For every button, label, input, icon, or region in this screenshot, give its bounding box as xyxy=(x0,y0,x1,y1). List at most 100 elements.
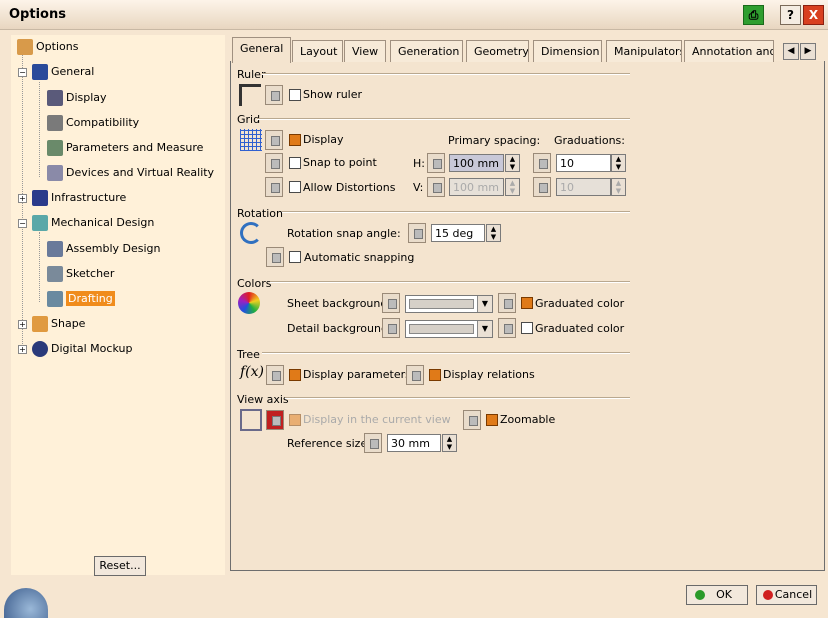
tree-section-title: Tree xyxy=(237,348,260,361)
detail-graduated-color-checkbox[interactable] xyxy=(521,322,533,334)
ok-icon xyxy=(695,590,705,600)
tab-layout[interactable]: Layout xyxy=(292,40,343,62)
display-in-current-view-checkbox[interactable] xyxy=(289,414,301,426)
tab-generation[interactable]: Generation xyxy=(390,40,463,62)
reference-size-input[interactable]: 30 mm xyxy=(387,434,441,452)
rotation-snap-angle-input[interactable]: 15 deg xyxy=(431,224,485,242)
tab-dimension[interactable]: Dimension xyxy=(533,40,602,62)
tab-general[interactable]: General xyxy=(232,37,291,63)
lock-icon[interactable] xyxy=(266,410,284,430)
lock-icon[interactable] xyxy=(463,410,481,430)
allow-distortions-checkbox[interactable] xyxy=(289,181,301,193)
lock-icon[interactable] xyxy=(382,318,400,338)
automatic-snapping-label: Automatic snapping xyxy=(304,251,415,264)
tab-scroll-right-button[interactable]: ▶ xyxy=(800,43,816,60)
tree-item-mechanical-design[interactable]: Mechanical Design xyxy=(32,215,154,231)
tree-item-devices[interactable]: Devices and Virtual Reality xyxy=(47,165,214,181)
tree-item-assembly-design[interactable]: Assembly Design xyxy=(47,241,161,257)
detail-background-dropdown[interactable]: ▼ xyxy=(405,320,493,338)
lock-icon[interactable] xyxy=(406,365,424,385)
h-spacing-input[interactable]: 100 mm xyxy=(449,154,504,172)
lock-icon[interactable] xyxy=(427,153,445,173)
sketcher-icon xyxy=(47,266,63,282)
tab-manipulators[interactable]: Manipulators xyxy=(606,40,682,62)
zoomable-checkbox[interactable] xyxy=(486,414,498,426)
view-axis-icon xyxy=(240,409,262,431)
colors-section-title: Colors xyxy=(237,277,272,290)
lock-icon[interactable] xyxy=(533,177,551,197)
lock-icon[interactable] xyxy=(266,365,284,385)
grid-icon xyxy=(240,129,262,151)
grid-display-checkbox[interactable] xyxy=(289,134,301,146)
collapse-general-toggle[interactable]: − xyxy=(18,68,27,77)
sheet-background-dropdown[interactable]: ▼ xyxy=(405,295,493,313)
lock-icon[interactable] xyxy=(427,177,445,197)
tab-scroll-left-button[interactable]: ◀ xyxy=(783,43,799,60)
v-spacing-spinner[interactable]: ▲ ▼ xyxy=(505,178,520,196)
infrastructure-icon xyxy=(32,190,48,206)
display-parameters-checkbox[interactable] xyxy=(289,369,301,381)
parameters-icon xyxy=(47,140,63,156)
display-in-current-view-label: Display in the current view xyxy=(303,413,451,426)
detail-background-label: Detail background: xyxy=(287,322,392,335)
expand-infrastructure-toggle[interactable]: + xyxy=(18,194,27,203)
lock-icon[interactable] xyxy=(498,293,516,313)
rotation-snap-angle-spinner[interactable]: ▲ ▼ xyxy=(486,224,501,242)
tree-item-shape[interactable]: Shape xyxy=(32,316,85,332)
display-relations-checkbox[interactable] xyxy=(429,369,441,381)
lock-icon[interactable] xyxy=(265,85,283,105)
ok-button[interactable]: OK xyxy=(686,585,748,605)
sheet-graduated-color-checkbox[interactable] xyxy=(521,297,533,309)
tree-item-digital-mockup[interactable]: Digital Mockup xyxy=(32,341,132,357)
snap-to-point-label: Snap to point xyxy=(303,156,377,169)
lock-icon[interactable] xyxy=(498,318,516,338)
expand-digital-mockup-toggle[interactable]: + xyxy=(18,345,27,354)
sheet-graduated-color-label: Graduated color xyxy=(535,297,625,310)
lock-icon[interactable] xyxy=(265,177,283,197)
cancel-button[interactable]: Cancel xyxy=(756,585,817,605)
automatic-snapping-checkbox[interactable] xyxy=(289,251,301,263)
color-wheel-icon xyxy=(238,292,260,314)
close-button[interactable]: X xyxy=(803,5,824,25)
allow-distortions-label: Allow Distortions xyxy=(303,181,396,194)
v-spacing-input[interactable]: 100 mm xyxy=(449,178,504,196)
view-axis-section-title: View axis xyxy=(237,393,289,406)
tree-item-options[interactable]: Options xyxy=(17,39,78,55)
formula-icon: f(x) xyxy=(240,364,265,380)
tree-item-sketcher[interactable]: Sketcher xyxy=(47,266,114,282)
lock-icon[interactable] xyxy=(265,153,283,173)
zoomable-label: Zoomable xyxy=(500,413,556,426)
lock-icon[interactable] xyxy=(266,247,284,267)
tree-item-display[interactable]: Display xyxy=(47,90,107,106)
show-ruler-label: Show ruler xyxy=(303,88,363,101)
lock-icon[interactable] xyxy=(533,153,551,173)
general-icon xyxy=(32,64,48,80)
printer-icon[interactable]: ⎙ xyxy=(743,5,764,25)
lock-icon[interactable] xyxy=(382,293,400,313)
tree-item-compatibility[interactable]: Compatibility xyxy=(47,115,139,131)
reset-button[interactable]: Reset... xyxy=(94,556,146,576)
lock-icon[interactable] xyxy=(265,130,283,150)
tree-item-infrastructure[interactable]: Infrastructure xyxy=(32,190,126,206)
h-spacing-spinner[interactable]: ▲ ▼ xyxy=(505,154,520,172)
tab-annotation[interactable]: Annotation and D xyxy=(684,40,774,62)
tab-geometry[interactable]: Geometry xyxy=(466,40,529,62)
tree-item-general[interactable]: General xyxy=(32,64,94,80)
options-icon xyxy=(17,39,33,55)
snap-to-point-checkbox[interactable] xyxy=(289,157,301,169)
collapse-mechanical-toggle[interactable]: − xyxy=(18,219,27,228)
help-button[interactable]: ? xyxy=(780,5,801,25)
v-graduations-input[interactable]: 10 xyxy=(556,178,611,196)
tree-item-parameters[interactable]: Parameters and Measure xyxy=(47,140,203,156)
v-graduations-spinner[interactable]: ▲ ▼ xyxy=(611,178,626,196)
h-graduations-input[interactable]: 10 xyxy=(556,154,611,172)
tab-view[interactable]: View xyxy=(344,40,386,62)
expand-shape-toggle[interactable]: + xyxy=(18,320,27,329)
reference-size-spinner[interactable]: ▲ ▼ xyxy=(442,434,457,452)
h-graduations-spinner[interactable]: ▲ ▼ xyxy=(611,154,626,172)
lock-icon[interactable] xyxy=(364,433,382,453)
lock-icon[interactable] xyxy=(408,223,426,243)
tree-item-drafting[interactable]: Drafting xyxy=(47,291,115,307)
chevron-down-icon: ▼ xyxy=(477,296,492,312)
show-ruler-checkbox[interactable] xyxy=(289,89,301,101)
